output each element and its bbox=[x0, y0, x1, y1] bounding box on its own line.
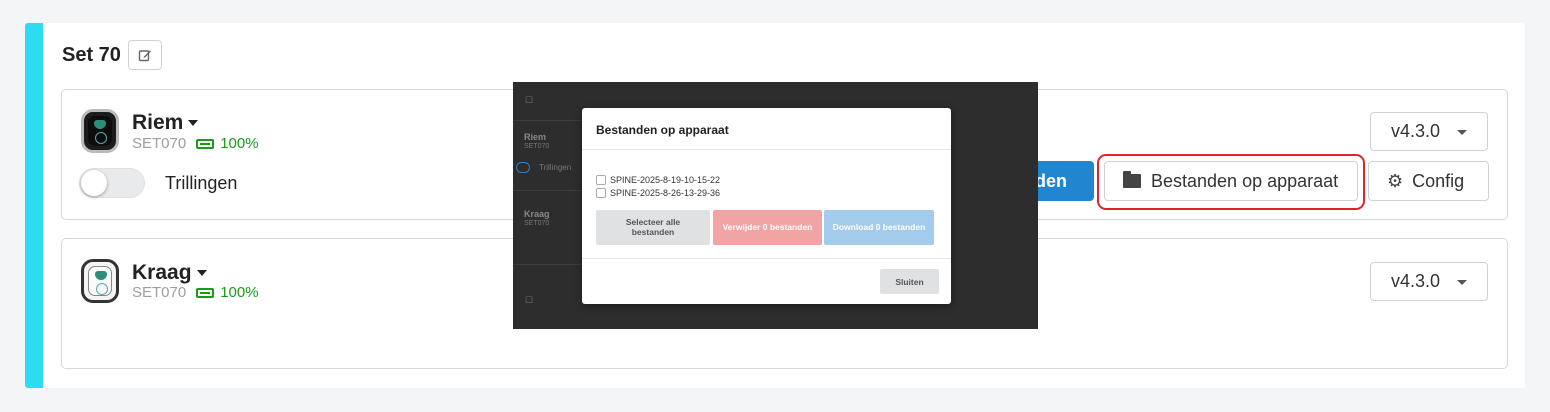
ghost-divider bbox=[513, 190, 583, 191]
battery-level: 100% bbox=[220, 284, 259, 301]
caret-down-icon bbox=[196, 270, 207, 277]
ghost-device-name: Riem bbox=[524, 132, 547, 142]
firmware-version-select[interactable]: v4.3.0 bbox=[1370, 262, 1488, 301]
modal-title: Bestanden op apparaat bbox=[596, 123, 729, 137]
device-name: Kraag bbox=[132, 261, 192, 284]
set-title: Set 70 bbox=[62, 44, 121, 66]
battery-level: 100% bbox=[220, 135, 259, 152]
version-value: v4.3.0 bbox=[1391, 271, 1441, 291]
ghost-divider bbox=[513, 264, 583, 265]
ghost-edit-icon: ☐ bbox=[525, 295, 534, 305]
ghost-edit-icon: ☐ bbox=[525, 95, 534, 105]
firmware-version-select[interactable]: v4.3.0 bbox=[1370, 112, 1488, 151]
config-button[interactable]: ⚙ Config bbox=[1368, 161, 1489, 201]
file-checkbox[interactable] bbox=[596, 188, 606, 198]
caret-down-icon bbox=[188, 120, 199, 127]
modal-screenshot-overlay: ☐ Riem SET070 Trillingen Kraag SET070 ☐ … bbox=[513, 82, 1038, 329]
delete-button[interactable]: Verwijder 0 bestanden bbox=[713, 210, 822, 245]
vibration-toggle-label: Trillingen bbox=[165, 173, 238, 193]
battery-icon bbox=[196, 287, 215, 298]
device-serial: SET070 bbox=[132, 135, 187, 152]
device-name-dropdown[interactable]: Riem bbox=[132, 111, 199, 135]
chevron-down-icon bbox=[1457, 280, 1467, 285]
battery-icon bbox=[196, 138, 215, 149]
edit-set-button[interactable] bbox=[128, 40, 162, 70]
device-status: SET070 100% bbox=[132, 284, 259, 301]
file-checkbox[interactable] bbox=[596, 175, 606, 185]
modal-divider bbox=[582, 149, 951, 150]
chevron-down-icon bbox=[1457, 130, 1467, 135]
modal-divider bbox=[582, 258, 951, 259]
edit-icon bbox=[138, 50, 151, 62]
toggle-knob bbox=[81, 170, 107, 196]
ghost-toggle bbox=[516, 162, 530, 173]
download-button[interactable]: Download 0 bestanden bbox=[824, 210, 934, 245]
file-list-item[interactable]: SPINE-2025-8-26-13-29-36 bbox=[596, 188, 720, 198]
set-accent-bar bbox=[25, 23, 43, 388]
file-name: SPINE-2025-8-19-10-15-22 bbox=[610, 175, 721, 185]
ghost-toggle-label: Trillingen bbox=[539, 163, 572, 172]
device-status: SET070 100% bbox=[132, 135, 259, 152]
ghost-divider bbox=[513, 120, 583, 121]
version-value: v4.3.0 bbox=[1391, 121, 1441, 141]
gear-icon: ⚙ bbox=[1387, 170, 1404, 191]
ghost-serial: SET070 bbox=[524, 220, 550, 227]
device-serial: SET070 bbox=[132, 284, 187, 301]
file-name: SPINE-2025-8-26-13-29-36 bbox=[610, 188, 721, 198]
ghost-serial: SET070 bbox=[524, 143, 550, 150]
close-button[interactable]: Sluiten bbox=[880, 269, 939, 294]
config-label: Config bbox=[1412, 170, 1465, 191]
select-all-button[interactable]: Selecteer alle bestanden bbox=[596, 210, 710, 245]
belt-device-icon bbox=[81, 109, 119, 153]
collar-device-icon bbox=[81, 259, 119, 303]
device-name-dropdown[interactable]: Kraag bbox=[132, 261, 207, 285]
file-list-item[interactable]: SPINE-2025-8-19-10-15-22 bbox=[596, 175, 720, 185]
highlight-annotation bbox=[1097, 154, 1365, 210]
device-name: Riem bbox=[132, 111, 184, 134]
files-modal: Bestanden op apparaat SPINE-2025-8-19-10… bbox=[582, 108, 951, 304]
vibration-toggle[interactable] bbox=[79, 168, 145, 198]
ghost-device-name: Kraag bbox=[524, 209, 550, 219]
